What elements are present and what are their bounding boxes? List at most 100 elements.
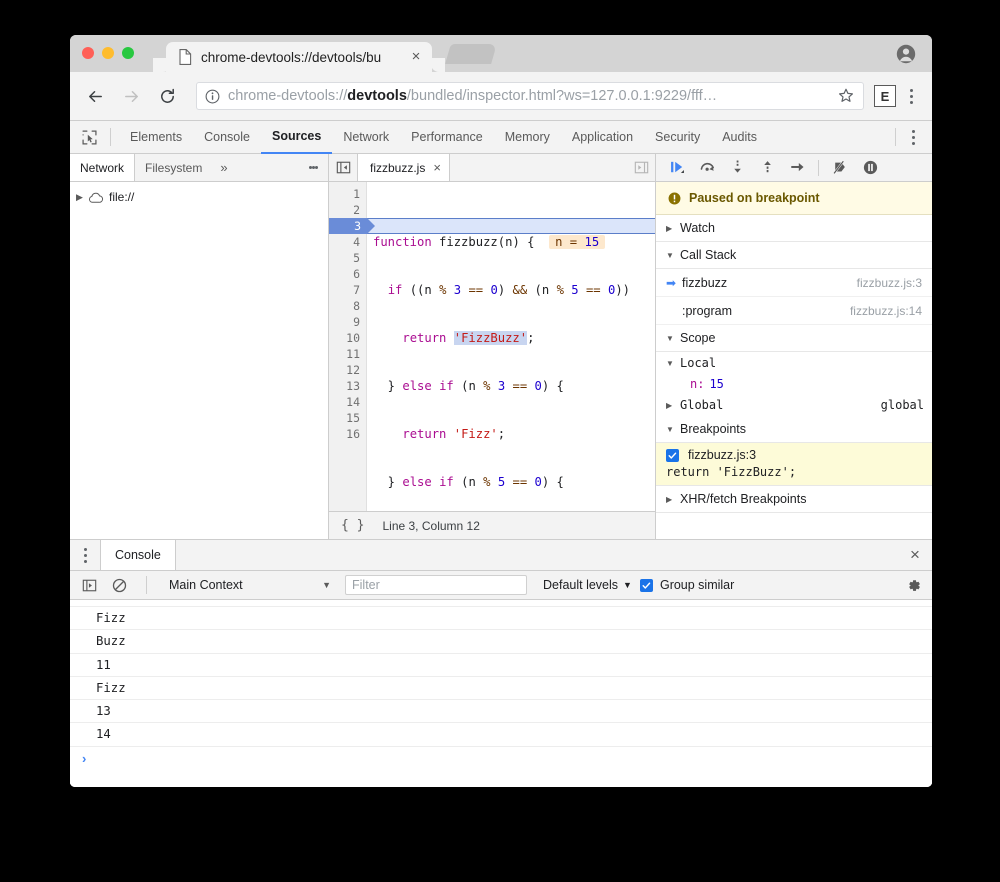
console-prompt[interactable]: › [70,747,932,771]
close-icon[interactable]: × [433,160,441,175]
back-button[interactable] [80,81,110,111]
call-stack-frame[interactable]: ➡ fizzbuzz fizzbuzz.js:3 [656,269,932,297]
chevron-down-icon: ▼ [322,580,337,590]
show-navigator-icon[interactable] [329,154,357,181]
divider [818,160,819,176]
tab-memory[interactable]: Memory [494,122,561,153]
three-dot-menu-icon[interactable] [900,89,922,104]
forward-button[interactable] [116,81,146,111]
log-levels-label: Default levels [543,578,618,592]
tab-application[interactable]: Application [561,122,644,153]
execution-line-highlight [367,218,655,234]
editor-tabbar: fizzbuzz.js × [329,154,655,182]
group-similar-checkbox[interactable] [640,579,653,592]
debugger-toolbar [656,154,932,182]
clear-console-icon[interactable] [108,575,130,595]
group-similar-label: Group similar [660,578,734,592]
code-content[interactable]: function fizzbuzz(n) { n = 15 if ((n % 3… [367,182,655,511]
section-scope[interactable]: ▼ Scope [656,325,932,352]
navigator-tabbar: Network Filesystem » [70,154,328,182]
drawer-more-menu-icon[interactable] [70,540,100,570]
section-xhr-breakpoints[interactable]: ▶ XHR/fetch Breakpoints [656,486,932,513]
navigator-more-menu-icon[interactable] [299,154,328,181]
inspect-element-icon[interactable] [76,124,102,150]
divider [146,576,147,594]
tab-console[interactable]: Console [193,122,261,153]
chevron-right-icon[interactable]: ▶ [76,192,88,203]
scope-property[interactable]: n: 15 [656,374,932,394]
console-row: 14 [70,723,932,746]
console-filter-input[interactable] [345,575,527,595]
tab-elements[interactable]: Elements [119,122,193,153]
resume-icon[interactable] [668,159,686,177]
step-into-icon[interactable] [728,159,746,177]
tab-performance[interactable]: Performance [400,122,494,153]
console-drawer: Console × Main Context ▼ Default levels [70,539,932,787]
new-tab-button[interactable] [445,44,497,64]
editor-status-bar: { } Line 3, Column 12 [329,511,655,539]
divider [110,128,111,146]
code-line-1: function fizzbuzz(n) { n = 15 [373,234,655,250]
chevron-right-icon: ▶ [666,495,680,504]
devtools-more-menu-icon[interactable] [902,130,924,145]
gear-icon[interactable] [902,577,924,594]
breakpoint-checkbox[interactable] [666,449,679,462]
section-call-stack[interactable]: ▼ Call Stack [656,242,932,269]
editor-tab-fizzbuzz-js[interactable]: fizzbuzz.js × [357,154,450,181]
bookmark-star-icon[interactable] [837,87,855,105]
step-out-icon[interactable] [758,159,776,177]
scope-local[interactable]: ▼ Local [656,352,932,374]
address-bar[interactable]: chrome-devtools://devtools/bundled/inspe… [196,82,864,110]
section-watch[interactable]: ▶ Watch [656,215,932,242]
tab-sources[interactable]: Sources [261,121,332,154]
debugger-sidebar: Paused on breakpoint ▶ Watch ▼ Call Stac… [656,154,932,539]
console-sidebar-icon[interactable] [78,575,100,595]
avatar[interactable] [896,44,916,64]
scope-global[interactable]: ▶ Global global [656,394,932,416]
browser-tab-title: chrome-devtools://devtools/bu [201,50,408,65]
tab-network[interactable]: Network [332,122,400,153]
address-bar-url: chrome-devtools://devtools/bundled/inspe… [228,88,831,104]
code-editor[interactable]: 1234 5678 9101112 13141516 function fizz… [329,182,655,511]
execution-context-select[interactable]: Main Context ▼ [163,578,337,592]
browser-window: chrome-devtools://devtools/bu × chrome-d… [70,35,932,787]
console-row: Fizz [70,677,932,700]
navigator-overflow-icon[interactable]: » [212,154,235,181]
code-line-3: return 'FizzBuzz'; [373,330,655,346]
pause-on-exceptions-icon[interactable] [861,159,879,177]
minimize-window-button[interactable] [102,47,114,59]
editor-tab-label: fizzbuzz.js [370,161,425,175]
tab-audits[interactable]: Audits [711,122,768,153]
group-similar-toggle[interactable]: Group similar [640,578,734,592]
step-over-icon[interactable] [698,159,716,177]
tab-security[interactable]: Security [644,122,711,153]
browser-tab[interactable]: chrome-devtools://devtools/bu × [166,42,432,72]
reload-button[interactable] [152,81,182,111]
deactivate-breakpoints-icon[interactable] [831,159,849,177]
drawer-tab-console[interactable]: Console [100,540,176,570]
chevron-right-icon: ▶ [666,401,680,410]
close-drawer-icon[interactable]: × [898,540,932,570]
tree-item-file-origin[interactable]: ▶ file:// [76,188,328,206]
extension-badge-icon[interactable]: E [874,85,896,107]
navigator-tab-network[interactable]: Network [70,154,135,181]
frame-location: fizzbuzz.js:14 [850,304,922,318]
scope-label: Global [680,398,723,412]
section-breakpoints[interactable]: ▼ Breakpoints [656,416,932,443]
scope-value: global [881,398,932,412]
info-circle-icon[interactable] [205,89,220,104]
close-icon[interactable]: × [408,49,424,65]
browser-tab-strip: chrome-devtools://devtools/bu × [70,35,932,72]
current-frame-arrow-icon: ➡ [666,276,682,290]
current-line-badge: 3 [329,218,367,234]
breakpoint-item[interactable]: fizzbuzz.js:3 return 'FizzBuzz'; [656,443,932,486]
console-output[interactable]: Fizz Buzz 11 Fizz 13 14 › [70,600,932,787]
call-stack-frame[interactable]: :program fizzbuzz.js:14 [656,297,932,325]
maximize-window-button[interactable] [122,47,134,59]
step-icon[interactable] [788,159,806,177]
pretty-print-icon[interactable]: { } [341,518,364,533]
close-window-button[interactable] [82,47,94,59]
show-debugger-icon[interactable] [627,154,655,181]
navigator-tab-filesystem[interactable]: Filesystem [135,154,212,181]
log-levels-select[interactable]: Default levels ▼ [543,578,632,592]
